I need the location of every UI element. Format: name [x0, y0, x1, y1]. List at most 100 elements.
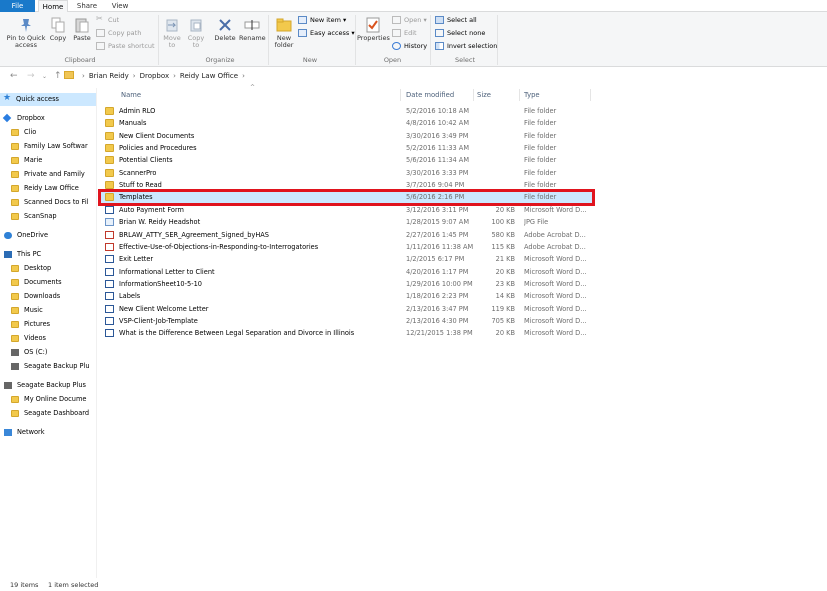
paste-button[interactable]: Paste	[71, 17, 93, 42]
sidebar-item[interactable]: Desktop	[0, 262, 96, 275]
table-row[interactable]: Effective-Use-of-Objections-in-Respondin…	[100, 241, 595, 253]
table-row[interactable]: Potential Clients 5/6/2016 11:34 AM File f…	[100, 154, 595, 166]
sidebar-item[interactable]: Seagate Backup Plus	[0, 379, 96, 392]
table-row[interactable]: BRLAW_ATTY_SER_Agreement_Signed_byHAS 2/2…	[100, 229, 595, 241]
table-row[interactable]: Policies and Procedures 5/2/2016 11:33 AM…	[100, 142, 595, 154]
copy-button[interactable]: Copy	[48, 17, 68, 42]
column-separator[interactable]	[400, 89, 401, 101]
delete-button[interactable]: Delete	[213, 17, 237, 42]
sidebar-item[interactable]: Documents	[0, 276, 96, 289]
table-row[interactable]: VSP-Client-Job-Template 2/13/2016 4:30 PM…	[100, 315, 595, 327]
sidebar-item[interactable]: Seagate Backup Plu	[0, 360, 96, 373]
column-size[interactable]: Size	[474, 89, 491, 101]
file-type: Adobe Acrobat D...	[524, 242, 586, 251]
tab-file[interactable]: File	[0, 0, 35, 12]
rename-button[interactable]: Rename	[239, 17, 266, 42]
cut-button[interactable]: ✂ Cut	[96, 14, 119, 25]
select-all-button[interactable]: Select all	[435, 15, 477, 25]
new-folder-button[interactable]: New folder	[272, 17, 296, 49]
file-date: 4/8/2016 10:42 AM	[406, 119, 470, 128]
table-row[interactable]: Exit Letter 1/2/2015 6:17 PM 21 KB Microsof…	[100, 253, 595, 265]
sidebar-item[interactable]: OS (C:)	[0, 346, 96, 359]
sidebar-item[interactable]: ScanSnap	[0, 210, 96, 223]
pdf-icon	[105, 230, 114, 239]
folder-icon	[11, 171, 19, 178]
sidebar-item[interactable]: My Online Docume	[0, 393, 96, 406]
edit-button[interactable]: Edit	[392, 28, 417, 38]
drive-icon	[11, 349, 19, 356]
easy-access-button[interactable]: Easy access ▾	[298, 28, 355, 38]
table-row[interactable]: Manuals 4/8/2016 10:42 AM File folder	[100, 117, 595, 129]
sidebar-item[interactable]: This PC	[0, 248, 96, 261]
forward-icon[interactable]: →	[27, 71, 35, 81]
table-row[interactable]: Labels 1/18/2016 2:23 PM 14 KB Microsoft Wo…	[100, 290, 595, 302]
file-date: 3/30/2016 3:33 PM	[406, 168, 469, 177]
sidebar-item-label: Scanned Docs to Fil	[24, 198, 89, 206]
column-date[interactable]: Date modified	[403, 89, 454, 101]
tab-share[interactable]: Share	[72, 0, 102, 12]
sidebar-item[interactable]: Network	[0, 426, 96, 439]
table-row[interactable]: New Client Documents 3/30/2016 3:49 PM Fil…	[100, 130, 595, 142]
table-row[interactable]: ScannerPro 3/30/2016 3:33 PM File folder	[100, 167, 595, 179]
sidebar-item[interactable]: Family Law Softwar	[0, 140, 96, 153]
column-type[interactable]: Type	[521, 89, 540, 101]
column-header: ^ Name Date modified Size Type	[100, 84, 600, 101]
pane-divider[interactable]	[96, 88, 97, 578]
sidebar-item[interactable]: Dropbox	[0, 112, 96, 125]
crumb-brian-reidy[interactable]: Brian Reidy	[89, 72, 129, 80]
sidebar-item[interactable]: Reidy Law Office	[0, 182, 96, 195]
sidebar-item[interactable]: Videos	[0, 332, 96, 345]
breadcrumb[interactable]: › Brian Reidy › Dropbox › Reidy Law Office ›	[64, 69, 249, 83]
tab-view[interactable]: View	[106, 0, 134, 12]
history-button[interactable]: History	[392, 41, 427, 51]
chevron-down-icon[interactable]: ⌄	[42, 73, 47, 80]
open-button[interactable]: Open ▾	[392, 15, 427, 25]
properties-icon	[366, 17, 380, 33]
sidebar-item[interactable]: OneDrive	[0, 229, 96, 242]
folder-icon	[105, 156, 114, 165]
table-row[interactable]: InformationSheet10-5-10 1/29/2016 10:00 P…	[100, 278, 595, 290]
crumb-dropbox[interactable]: Dropbox	[140, 72, 170, 80]
sidebar-item[interactable]: Music	[0, 304, 96, 317]
sidebar-item[interactable]: Private and Family	[0, 168, 96, 181]
sidebar-item-label: Documents	[24, 278, 62, 286]
sidebar-item[interactable]: Scanned Docs to Fil	[0, 196, 96, 209]
word-icon	[105, 292, 114, 301]
sidebar-item[interactable]: Pictures	[0, 318, 96, 331]
paste-shortcut-button[interactable]: Paste shortcut	[96, 41, 155, 51]
folder-icon	[11, 129, 19, 136]
new-item-button[interactable]: New item ▾	[298, 15, 346, 25]
copy-to-button[interactable]: Copy to	[185, 17, 207, 49]
sidebar-item[interactable]: ★ Quick access	[0, 93, 96, 106]
new-item-label: New item	[310, 16, 341, 24]
rename-icon	[244, 20, 260, 30]
copy-path-button[interactable]: Copy path	[96, 28, 141, 38]
column-separator[interactable]	[590, 89, 591, 101]
table-row[interactable]: New Client Welcome Letter 2/13/2016 3:47 …	[100, 303, 595, 315]
jpg-icon	[105, 218, 114, 227]
column-name[interactable]: Name	[118, 89, 141, 101]
table-row[interactable]: Brian W. Reidy Headshot 1/28/2015 9:07 AM…	[100, 216, 595, 228]
up-icon[interactable]: ↑	[54, 71, 62, 81]
file-name: InformationSheet10-5-10	[119, 279, 202, 288]
sidebar-item[interactable]: Seagate Dashboard	[0, 407, 96, 420]
column-separator[interactable]	[519, 89, 520, 101]
invert-selection-button[interactable]: Invert selection	[435, 41, 497, 51]
pin-quick-access-button[interactable]: Pin to Quick access	[4, 17, 48, 49]
address-bar: ← → ⌄ ↑ › Brian Reidy › Dropbox › Reidy Law O…	[0, 67, 827, 85]
select-none-button[interactable]: Select none	[435, 28, 485, 38]
move-to-button[interactable]: Move to	[161, 17, 183, 49]
move-to-icon	[166, 19, 178, 32]
table-row[interactable]: Admin RLO 5/2/2016 10:18 AM File folder	[100, 105, 595, 117]
selected-count: 1 item selected	[48, 581, 99, 589]
ribbon-separator	[158, 15, 159, 65]
sidebar-item[interactable]: Marie	[0, 154, 96, 167]
table-row[interactable]: What is the Difference Between Legal Sep…	[100, 327, 595, 339]
crumb-reidy-law-office[interactable]: Reidy Law Office	[180, 72, 238, 80]
pdf-icon	[105, 242, 114, 251]
back-icon[interactable]: ←	[10, 71, 18, 81]
properties-button[interactable]: Properties	[357, 17, 390, 42]
sidebar-item[interactable]: Clio	[0, 126, 96, 139]
table-row[interactable]: Informational Letter to Client 4/20/2016 …	[100, 266, 595, 278]
sidebar-item[interactable]: Downloads	[0, 290, 96, 303]
